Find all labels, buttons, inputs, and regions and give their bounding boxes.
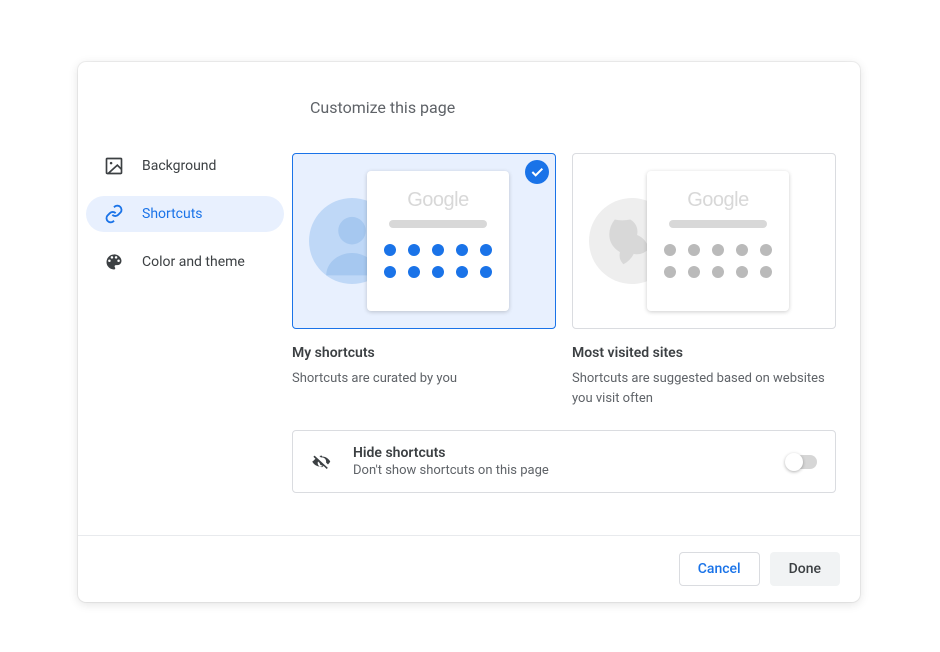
preview-tile: Google xyxy=(647,171,789,311)
preview-dot xyxy=(688,266,700,278)
customize-dialog: Background Shortcuts Color and theme xyxy=(78,62,860,602)
preview-dot xyxy=(432,244,444,256)
hide-title: Hide shortcuts xyxy=(353,445,787,461)
sidebar-item-label: Shortcuts xyxy=(142,206,203,222)
preview-dot xyxy=(384,244,396,256)
sidebar-item-background[interactable]: Background xyxy=(86,148,284,184)
preview-dot xyxy=(664,266,676,278)
hide-shortcuts-panel: Hide shortcuts Don't show shortcuts on t… xyxy=(292,430,836,493)
done-button[interactable]: Done xyxy=(770,552,840,586)
hide-shortcuts-toggle[interactable] xyxy=(787,455,817,469)
preview-logo: Google xyxy=(407,189,469,212)
page-title: Customize this page xyxy=(310,98,836,117)
preview-search-bar xyxy=(389,220,487,228)
eye-off-icon xyxy=(311,451,333,473)
toggle-knob xyxy=(785,453,803,471)
preview-dot xyxy=(408,266,420,278)
preview-dot xyxy=(664,244,676,256)
checkmark-icon xyxy=(525,160,549,184)
option-most-visited: Google xyxy=(572,153,836,408)
sidebar-item-shortcuts[interactable]: Shortcuts xyxy=(86,196,284,232)
option-description: Shortcuts are suggested based on website… xyxy=(572,369,836,408)
preview-dot xyxy=(736,244,748,256)
main-content: Customize this page xyxy=(292,62,860,535)
sidebar-item-label: Background xyxy=(142,158,216,174)
preview-dot xyxy=(408,244,420,256)
preview-dots xyxy=(384,244,492,278)
image-icon xyxy=(104,156,124,176)
preview-dot xyxy=(432,266,444,278)
shortcut-options: Google xyxy=(292,153,836,408)
preview-dot xyxy=(760,266,772,278)
preview-dot xyxy=(384,266,396,278)
sidebar-item-label: Color and theme xyxy=(142,254,245,270)
hide-text: Hide shortcuts Don't show shortcuts on t… xyxy=(353,445,787,478)
option-title: Most visited sites xyxy=(572,345,836,361)
palette-icon xyxy=(104,252,124,272)
preview-tile: Google xyxy=(367,171,509,311)
preview-dot xyxy=(712,244,724,256)
option-description: Shortcuts are curated by you xyxy=(292,369,556,389)
preview-dot xyxy=(480,266,492,278)
preview-logo: Google xyxy=(687,189,749,212)
preview-dot xyxy=(480,244,492,256)
preview-dots xyxy=(664,244,772,278)
dialog-footer: Cancel Done xyxy=(78,535,860,602)
preview-search-bar xyxy=(669,220,767,228)
preview-dot xyxy=(456,266,468,278)
preview-dot xyxy=(736,266,748,278)
option-card-most-visited[interactable]: Google xyxy=(572,153,836,329)
hide-description: Don't show shortcuts on this page xyxy=(353,463,787,478)
dialog-body: Background Shortcuts Color and theme xyxy=(78,62,860,535)
preview-dot xyxy=(712,266,724,278)
preview-dot xyxy=(760,244,772,256)
link-icon xyxy=(104,204,124,224)
option-my-shortcuts: Google xyxy=(292,153,556,408)
option-card-my-shortcuts[interactable]: Google xyxy=(292,153,556,329)
cancel-button[interactable]: Cancel xyxy=(679,552,760,586)
sidebar-item-color-theme[interactable]: Color and theme xyxy=(86,244,284,280)
preview-dot xyxy=(456,244,468,256)
sidebar: Background Shortcuts Color and theme xyxy=(78,62,292,535)
option-title: My shortcuts xyxy=(292,345,556,361)
preview-dot xyxy=(688,244,700,256)
